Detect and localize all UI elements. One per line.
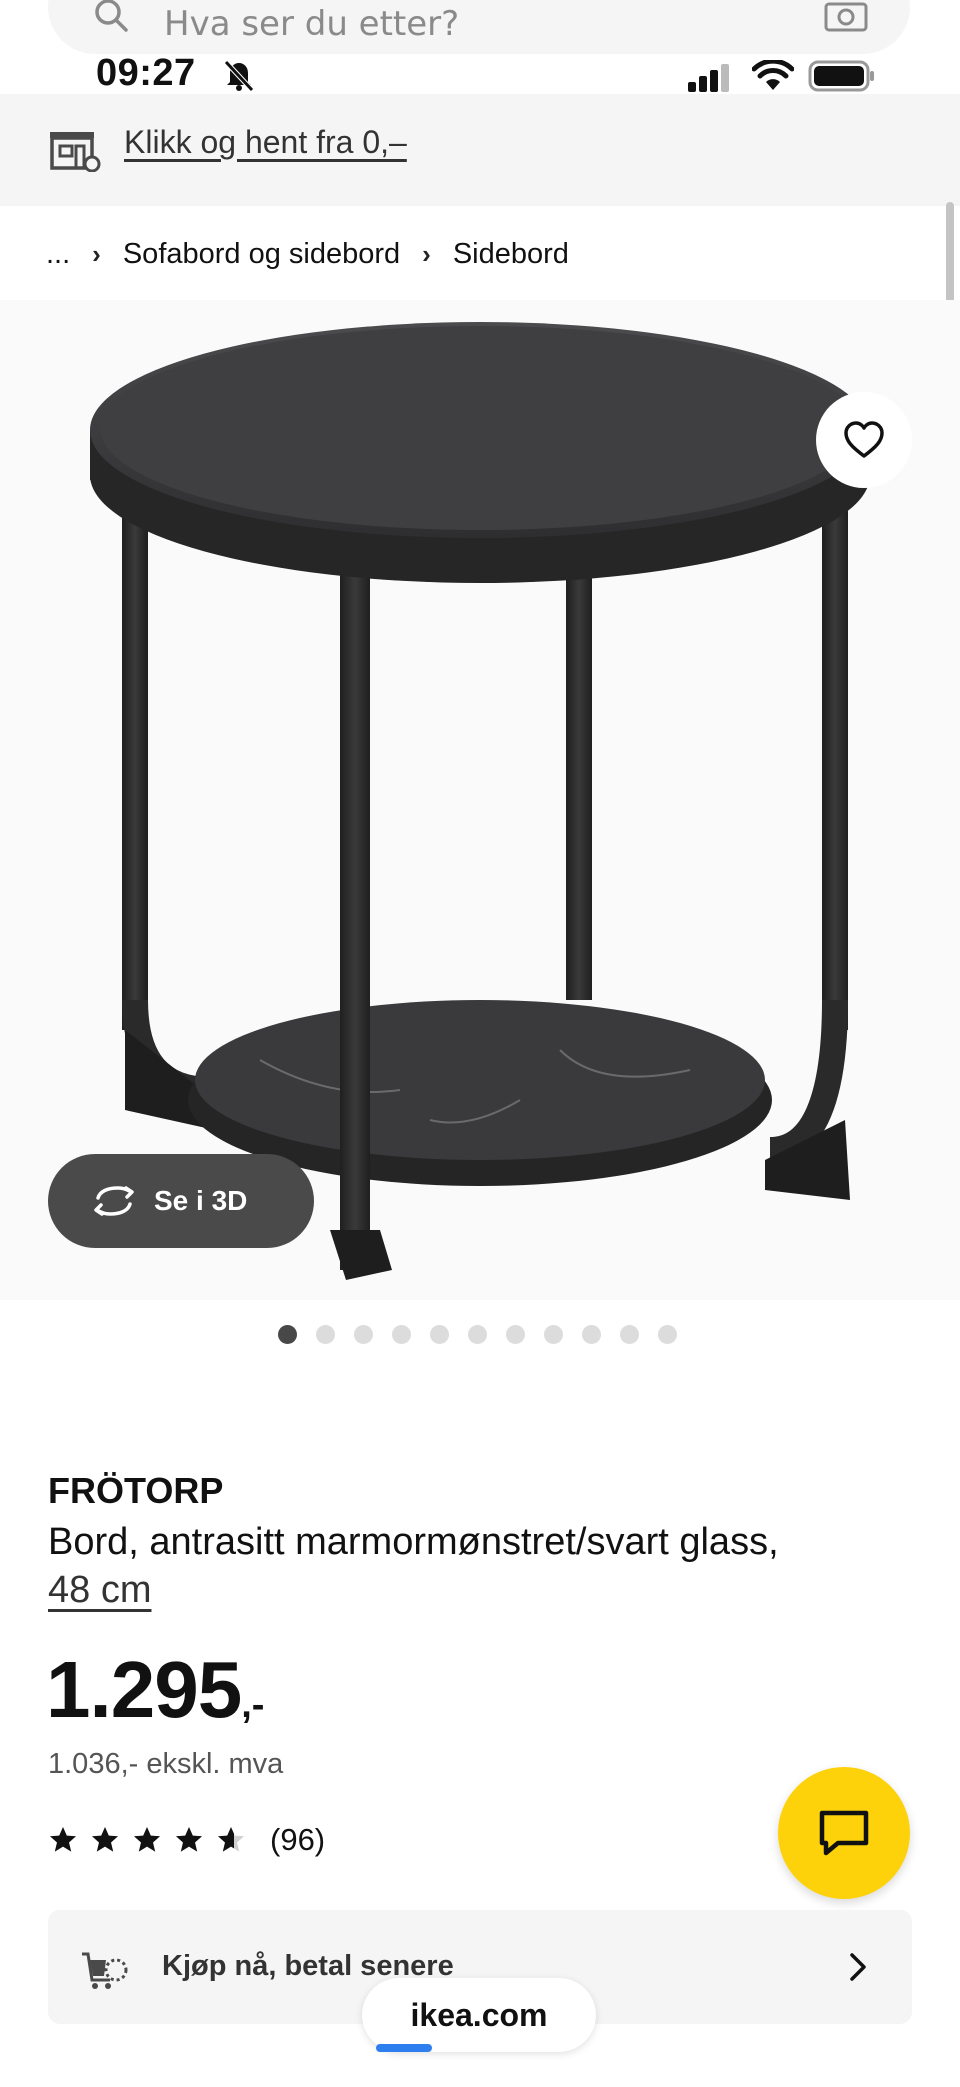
product-description-text: Bord, antrasitt marmormønstret/svart gla… — [48, 1521, 779, 1563]
gallery-dot[interactable] — [544, 1325, 563, 1344]
page-load-indicator — [376, 2044, 432, 2052]
see-3d-button[interactable]: Se i 3D — [48, 1154, 314, 1248]
browser-url-pill[interactable]: ikea.com — [362, 1978, 596, 2052]
breadcrumb-sidebord[interactable]: Sidebord — [453, 238, 569, 271]
status-bar: 09:27 — [0, 50, 960, 106]
gallery-dot[interactable] — [278, 1325, 297, 1344]
status-time: 09:27 — [96, 52, 196, 94]
side-table-illustration — [90, 322, 870, 1280]
star-icon — [50, 1827, 76, 1852]
star-icon — [218, 1827, 244, 1852]
price-ex-vat: 1.036,- ekskl. mva — [48, 1748, 284, 1780]
search-bar[interactable]: Hva ser du etter? — [48, 0, 910, 54]
chevron-right-icon — [850, 1953, 866, 1981]
gallery-dot[interactable] — [392, 1325, 411, 1344]
rating-stars — [48, 1825, 246, 1855]
chat-button[interactable] — [778, 1767, 910, 1899]
star-icon — [176, 1827, 202, 1852]
gallery-dot[interactable] — [316, 1325, 335, 1344]
click-collect-link[interactable]: Klikk og hent fra 0,– — [124, 124, 407, 161]
gallery-dot[interactable] — [354, 1325, 373, 1344]
product-rating[interactable]: (96) — [48, 1822, 325, 1858]
gallery-dot[interactable] — [582, 1325, 601, 1344]
price-suffix: ,- — [241, 1684, 265, 1726]
search-placeholder: Hva ser du etter? — [164, 4, 460, 44]
gallery-dot[interactable] — [658, 1325, 677, 1344]
click-collect-banner[interactable]: Klikk og hent fra 0,– — [0, 94, 960, 206]
breadcrumb: ... › Sofabord og sidebord › Sidebord — [46, 238, 569, 271]
product-size-link[interactable]: 48 cm — [48, 1569, 151, 1611]
camera-icon[interactable] — [824, 0, 868, 32]
see-3d-label: Se i 3D — [154, 1185, 248, 1216]
gallery-dot[interactable] — [468, 1325, 487, 1344]
gallery-dot[interactable] — [430, 1325, 449, 1344]
chat-icon — [819, 1810, 869, 1856]
star-icon — [134, 1827, 160, 1852]
gallery-pagination[interactable] — [278, 1325, 677, 1344]
battery-icon — [808, 60, 874, 92]
product-price: 1.295,- — [46, 1644, 264, 1736]
rating-count: (96) — [270, 1822, 326, 1857]
gallery-dot[interactable] — [620, 1325, 639, 1344]
product-name: FRÖTORP — [48, 1470, 224, 1511]
store-icon — [50, 132, 101, 172]
breadcrumb-ellipsis[interactable]: ... — [46, 238, 70, 271]
favorite-button[interactable] — [816, 392, 912, 488]
bell-slash-icon — [224, 60, 254, 92]
product-image[interactable] — [0, 300, 960, 1300]
star-icon — [92, 1827, 118, 1852]
breadcrumb-sofabord[interactable]: Sofabord og sidebord — [123, 238, 400, 271]
chevron-right-icon: › — [92, 239, 101, 269]
price-value: 1.295 — [46, 1645, 242, 1734]
cart-clock-icon — [82, 1952, 128, 1989]
chevron-right-icon: › — [422, 239, 431, 269]
wifi-icon — [752, 60, 794, 90]
product-description: Bord, antrasitt marmormønstret/svart gla… — [48, 1518, 868, 1614]
heart-icon — [844, 421, 884, 458]
rotate-3d-icon — [94, 1186, 134, 1216]
search-icon — [95, 0, 128, 32]
signal-icon — [688, 64, 729, 92]
gallery-dot[interactable] — [506, 1325, 525, 1344]
